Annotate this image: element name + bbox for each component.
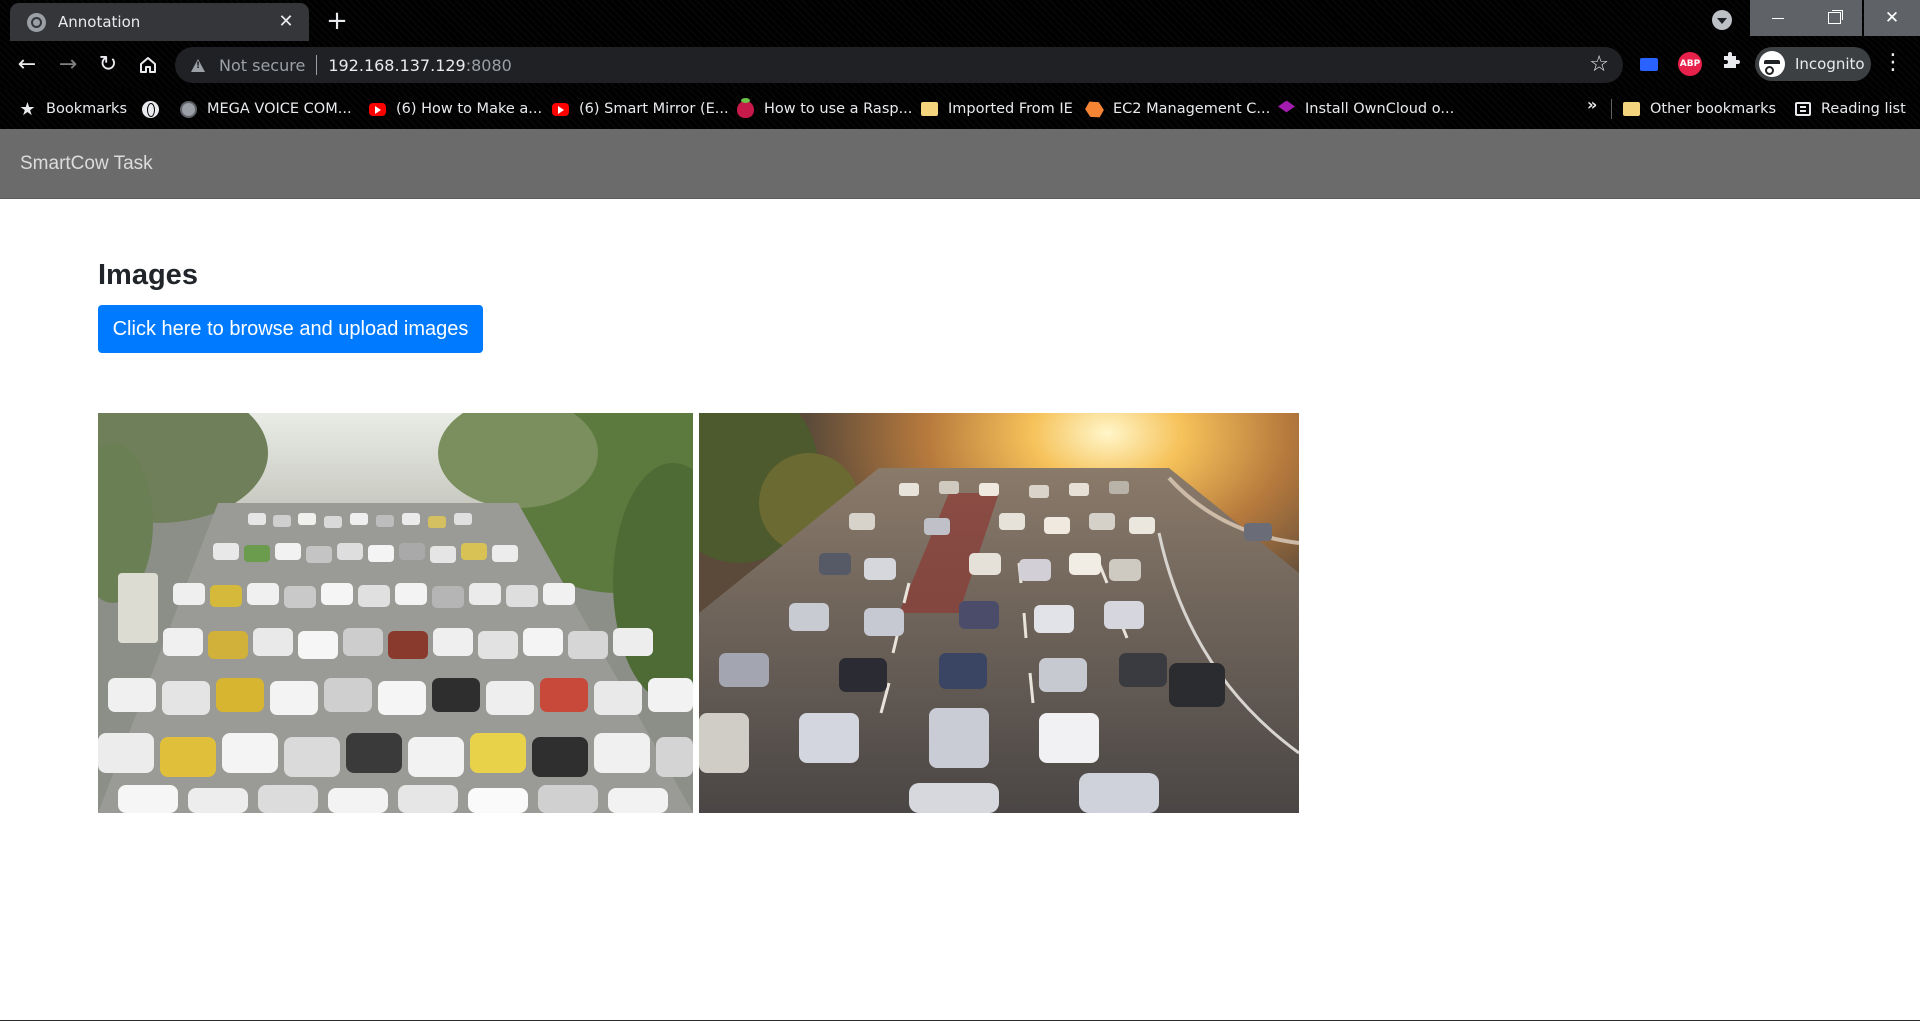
- navbar-brand[interactable]: SmartCow Task: [20, 153, 153, 175]
- url-host: 192.168.137.129: [328, 55, 466, 75]
- browser-tab[interactable]: Annotation ✕: [10, 3, 309, 41]
- site-icon: [180, 100, 197, 118]
- bookmark-item[interactable]: How to use a Rasp...: [737, 97, 912, 121]
- incognito-profile-button[interactable]: Incognito: [1755, 47, 1871, 81]
- home-icon: [140, 57, 156, 73]
- url-port: :8080: [465, 55, 512, 75]
- youtube-icon: [369, 102, 386, 116]
- upload-images-button[interactable]: Click here to browse and upload images: [98, 305, 483, 353]
- tab-title: Annotation: [58, 13, 141, 31]
- close-window-button[interactable]: ✕: [1864, 0, 1920, 36]
- bookmarks-overflow-button[interactable]: »: [1587, 95, 1597, 114]
- warning-icon: [191, 58, 205, 72]
- other-bookmarks-label: Other bookmarks: [1650, 101, 1777, 117]
- bookmark-label: EC2 Management C...: [1113, 101, 1271, 117]
- omnibox-divider: [316, 55, 318, 75]
- bookmark-item[interactable]: MEGA VOICE COM...: [180, 97, 352, 121]
- restore-button[interactable]: [1806, 0, 1862, 36]
- reading-list-label: Reading list: [1821, 101, 1906, 117]
- bookmark-label: Bookmarks: [46, 101, 128, 117]
- incognito-icon: [1759, 51, 1785, 77]
- bookmark-item[interactable]: EC2 Management C...: [1086, 97, 1270, 121]
- close-icon: ✕: [1884, 8, 1900, 28]
- traffic-jam-image-1[interactable]: [98, 413, 693, 813]
- browser-menu-button[interactable]: ⋮: [1882, 49, 1904, 77]
- back-button[interactable]: ←: [11, 49, 43, 81]
- extension-icon[interactable]: [1640, 58, 1658, 71]
- tab-search-icon[interactable]: [1712, 10, 1732, 30]
- traffic-jam-image-2[interactable]: [699, 413, 1299, 813]
- bookmark-label: (6) Smart Mirror (E...: [579, 101, 729, 117]
- stack-icon: [1278, 100, 1295, 113]
- new-tab-button[interactable]: +: [322, 6, 352, 36]
- close-tab-button[interactable]: ✕: [275, 11, 297, 33]
- bookmark-star-icon[interactable]: ☆: [1589, 53, 1609, 77]
- minimize-button[interactable]: [1750, 0, 1806, 36]
- reading-list-button[interactable]: Reading list: [1795, 97, 1906, 121]
- bookmarks-divider: [1611, 99, 1612, 119]
- other-bookmarks-folder[interactable]: Other bookmarks: [1623, 97, 1776, 121]
- extensions-puzzle-icon[interactable]: [1718, 50, 1744, 76]
- raspberry-icon: [737, 97, 754, 118]
- aws-icon: [1083, 97, 1106, 120]
- star-icon: ★: [19, 98, 36, 120]
- bookmark-item[interactable]: (6) How to Make a...: [369, 97, 542, 121]
- bookmark-item[interactable]: (6) Smart Mirror (E...: [552, 97, 729, 121]
- bookmark-item[interactable]: Install OwnCloud o...: [1278, 97, 1454, 121]
- folder-icon: [921, 102, 938, 116]
- reading-list-icon: [1795, 102, 1811, 116]
- bookmark-item[interactable]: ★ Bookmarks: [19, 97, 127, 121]
- reload-button[interactable]: ↻: [92, 49, 124, 81]
- bookmark-label: (6) How to Make a...: [396, 101, 543, 117]
- bookmark-item[interactable]: Imported From IE: [921, 97, 1073, 121]
- globe-icon: [142, 100, 159, 118]
- adblock-icon[interactable]: ABP: [1678, 52, 1702, 76]
- bookmarks-bar: ★ Bookmarks MEGA VOICE COM... (6) How to…: [0, 89, 1920, 129]
- arrow-right-icon: →: [58, 52, 78, 77]
- bookmark-label: How to use a Rasp...: [764, 101, 913, 117]
- reload-icon: ↻: [98, 52, 118, 77]
- address-bar[interactable]: Not secure 192.168.137.129 :8080 ☆: [175, 47, 1623, 83]
- bookmark-item[interactable]: [142, 97, 169, 121]
- tab-strip: Annotation ✕ + ✕: [0, 0, 1920, 41]
- browser-toolbar: ← → ↻ Not secure 192.168.137.129 :8080 ☆: [0, 41, 1920, 89]
- globe-icon: [27, 12, 46, 32]
- home-button[interactable]: [132, 49, 164, 81]
- bookmark-label: Install OwnCloud o...: [1305, 101, 1455, 117]
- page-title: Images: [98, 259, 198, 291]
- forward-button[interactable]: →: [52, 49, 84, 81]
- arrow-left-icon: ←: [17, 52, 37, 77]
- bookmark-label: MEGA VOICE COM...: [207, 101, 352, 117]
- site-navbar: SmartCow Task: [0, 129, 1920, 199]
- folder-icon: [1623, 102, 1640, 116]
- more-vert-icon: ⋮: [1882, 50, 1904, 75]
- bookmark-label: Imported From IE: [948, 101, 1073, 117]
- profile-label: Incognito: [1795, 55, 1865, 73]
- youtube-icon: [552, 102, 569, 116]
- security-status[interactable]: Not secure: [219, 56, 305, 75]
